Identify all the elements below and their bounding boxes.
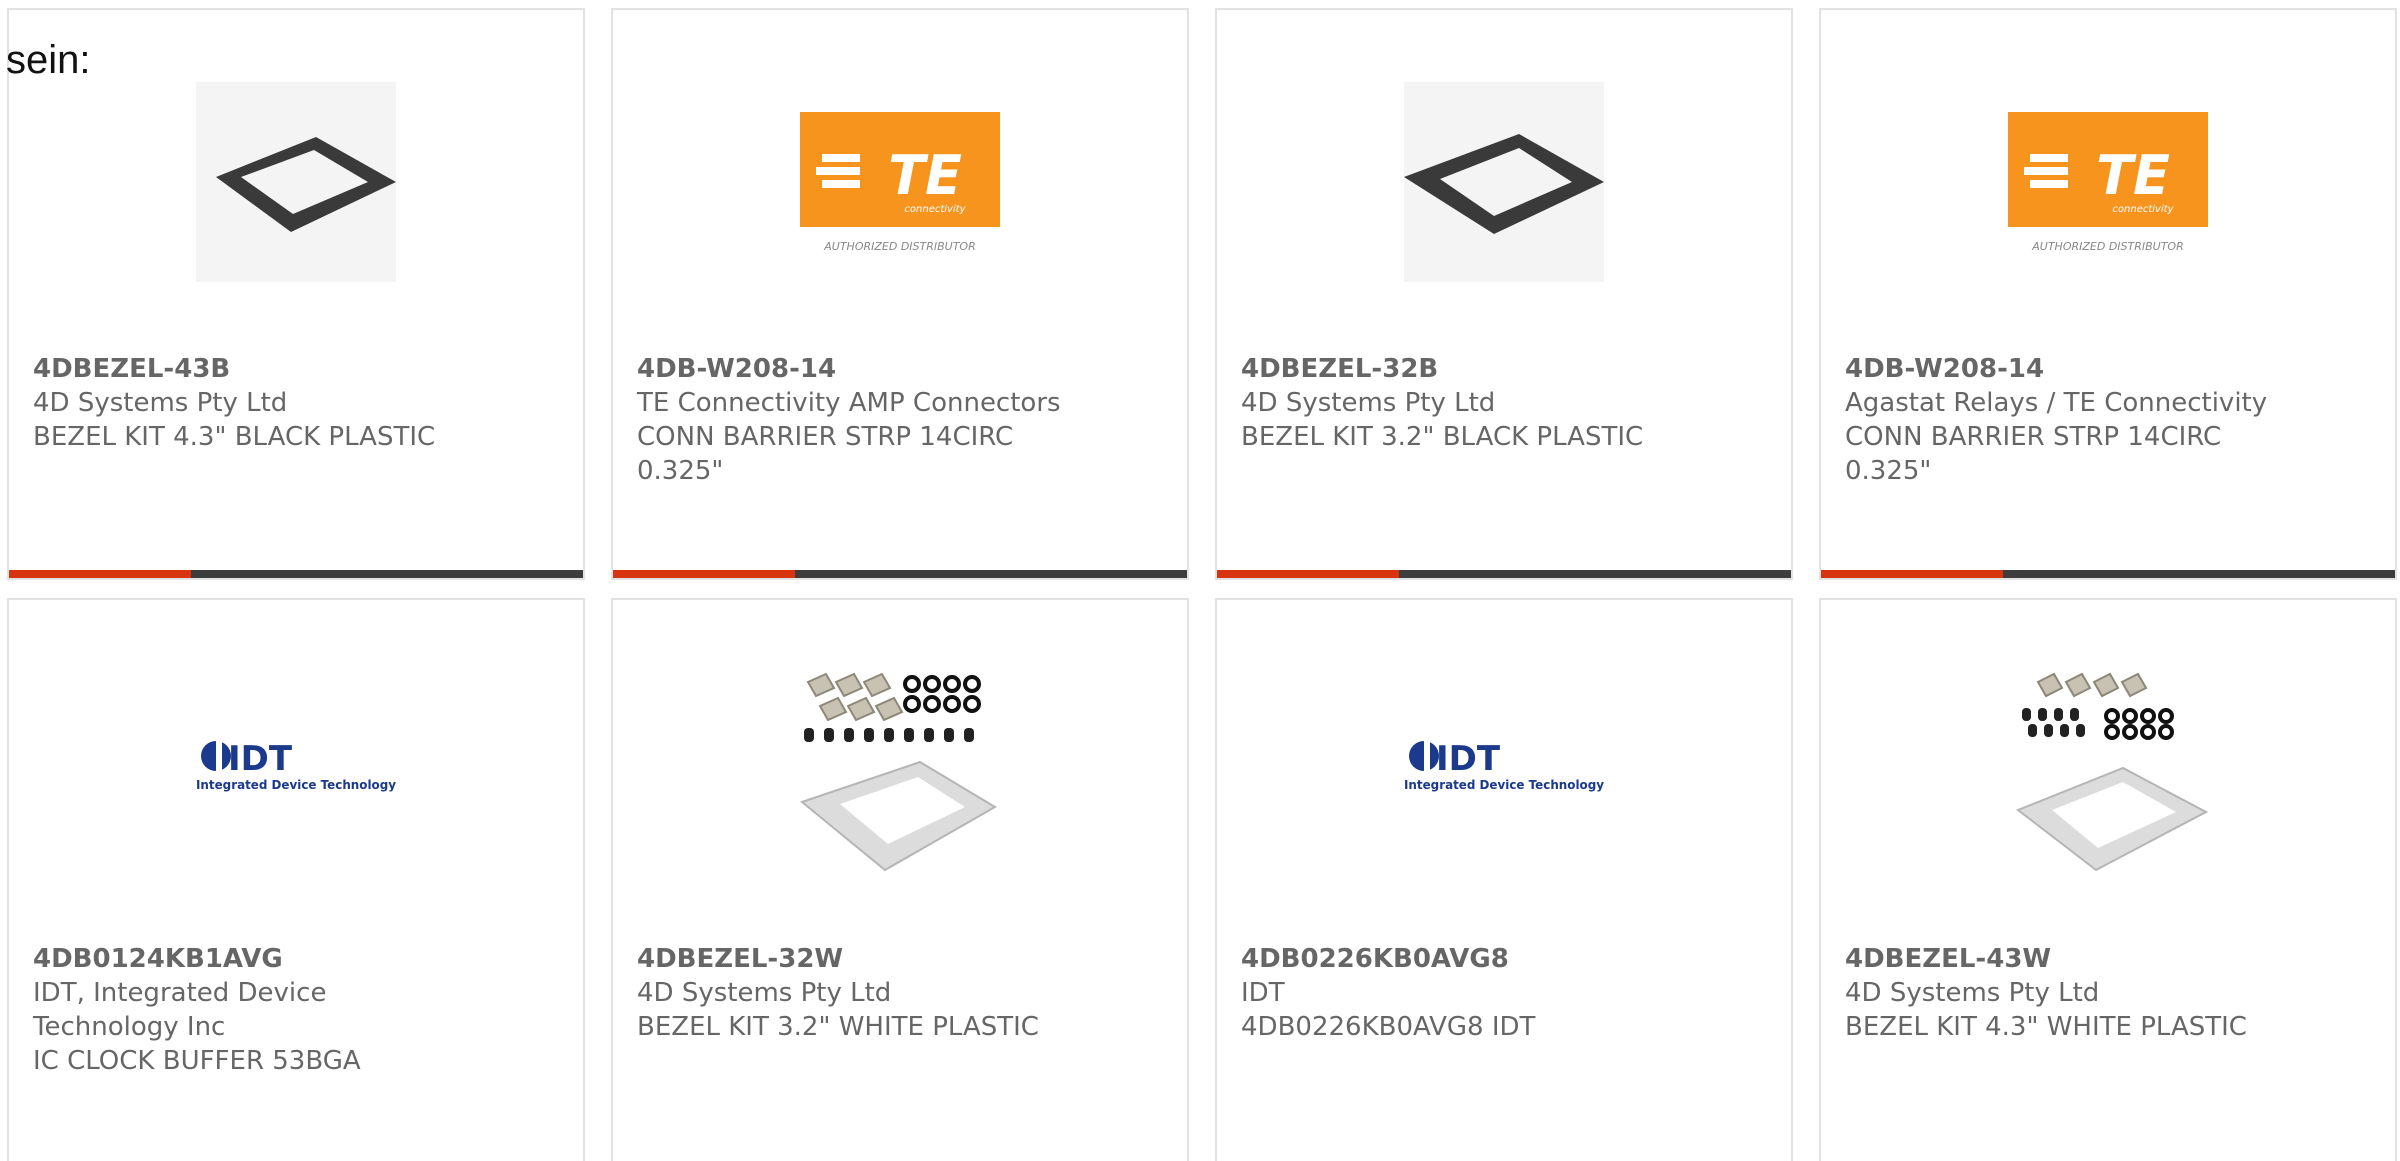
bezel-black-icon <box>196 82 396 282</box>
description: CONN BARRIER STRP 14CIRC <box>1845 422 2222 452</box>
card-accent-bar <box>9 570 583 578</box>
part-number[interactable]: 4DBEZEL-43B <box>33 352 513 386</box>
product-card[interactable]: IDT Integrated Device Technology 4DB0226… <box>1215 598 1793 1161</box>
description-cont: 0.325" <box>637 456 724 486</box>
card-accent-bar <box>1217 570 1791 578</box>
manufacturer-cont: Technology Inc <box>33 1012 226 1042</box>
part-number[interactable]: 4DB-W208-14 <box>637 352 1117 386</box>
manufacturer: 4D Systems Pty Ltd <box>33 388 288 418</box>
product-info: 4DB0124KB1AVG IDT, Integrated Device Tec… <box>33 942 513 1078</box>
te-logo-sub: connectivity <box>2112 204 2174 215</box>
idt-logo-sub: Integrated Device Technology <box>196 777 396 792</box>
te-logo-text: TE <box>2096 144 2170 207</box>
product-card[interactable]: IDT Integrated Device Technology 4DB0124… <box>7 598 585 1161</box>
product-image[interactable]: IDT Integrated Device Technology <box>196 672 396 872</box>
product-card[interactable]: 4DBEZEL-43B 4D Systems Pty Ltd BEZEL KIT… <box>7 8 585 580</box>
manufacturer: 4D Systems Pty Ltd <box>1241 388 1496 418</box>
product-image[interactable]: TE connectivity AUTHORIZED DISTRIBUTOR <box>800 82 1000 282</box>
idt-logo-sub: Integrated Device Technology <box>1404 777 1604 792</box>
te-logo-sub: connectivity <box>904 204 966 215</box>
manufacturer: IDT, Integrated Device <box>33 978 327 1008</box>
part-number[interactable]: 4DBEZEL-32W <box>637 942 1117 976</box>
idt-logo-icon: IDT Integrated Device Technology <box>1404 739 1604 792</box>
product-image[interactable]: IDT Integrated Device Technology <box>1404 672 1604 872</box>
card-accent-bar <box>1821 570 2395 578</box>
te-logo-caption: AUTHORIZED DISTRIBUTOR <box>2031 240 2184 253</box>
te-logo-icon: TE connectivity AUTHORIZED DISTRIBUTOR <box>2008 112 2208 253</box>
bezel-white-kit-icon <box>800 672 997 872</box>
description: BEZEL KIT 3.2" WHITE PLASTIC <box>637 1012 1039 1042</box>
product-image[interactable] <box>2008 672 2208 872</box>
part-number[interactable]: 4DB0226KB0AVG8 <box>1241 942 1721 976</box>
product-image[interactable] <box>1404 82 1604 282</box>
card-accent-bar <box>613 570 1187 578</box>
manufacturer: TE Connectivity AMP Connectors <box>637 388 1061 418</box>
te-logo-icon: TE connectivity AUTHORIZED DISTRIBUTOR <box>800 112 1000 253</box>
description: CONN BARRIER STRP 14CIRC <box>637 422 1014 452</box>
bezel-black-icon <box>1404 82 1604 282</box>
part-number[interactable]: 4DB0124KB1AVG <box>33 942 513 976</box>
product-card[interactable]: TE connectivity AUTHORIZED DISTRIBUTOR 4… <box>611 8 1189 580</box>
part-number[interactable]: 4DBEZEL-43W <box>1845 942 2325 976</box>
manufacturer: 4D Systems Pty Ltd <box>637 978 892 1008</box>
product-info: 4DB-W208-14 Agastat Relays / TE Connecti… <box>1845 352 2325 488</box>
idt-logo-text: IDT <box>228 739 293 779</box>
product-image[interactable] <box>196 82 396 282</box>
manufacturer: IDT <box>1241 978 1285 1008</box>
te-logo-text: TE <box>888 144 962 207</box>
description: BEZEL KIT 3.2" BLACK PLASTIC <box>1241 422 1644 452</box>
product-image[interactable] <box>800 672 1000 872</box>
description: 4DB0226KB0AVG8 IDT <box>1241 1012 1536 1042</box>
product-info: 4DB-W208-14 TE Connectivity AMP Connecto… <box>637 352 1117 488</box>
product-card[interactable]: 4DBEZEL-32B 4D Systems Pty Ltd BEZEL KIT… <box>1215 8 1793 580</box>
product-card[interactable]: 4DBEZEL-32W 4D Systems Pty Ltd BEZEL KIT… <box>611 598 1189 1161</box>
manufacturer: 4D Systems Pty Ltd <box>1845 978 2100 1008</box>
bezel-white-kit-icon <box>2015 672 2208 872</box>
lead-text: sein: <box>6 38 91 82</box>
manufacturer: Agastat Relays / TE Connectivity <box>1845 388 2268 418</box>
product-info: 4DBEZEL-32W 4D Systems Pty Ltd BEZEL KIT… <box>637 942 1117 1044</box>
product-info: 4DBEZEL-43B 4D Systems Pty Ltd BEZEL KIT… <box>33 352 513 454</box>
description: BEZEL KIT 4.3" BLACK PLASTIC <box>33 422 436 452</box>
idt-logo-text: IDT <box>1436 739 1501 779</box>
product-image[interactable]: TE connectivity AUTHORIZED DISTRIBUTOR <box>2008 82 2208 282</box>
product-card[interactable]: 4DBEZEL-43W 4D Systems Pty Ltd BEZEL KIT… <box>1819 598 2397 1161</box>
part-number[interactable]: 4DB-W208-14 <box>1845 352 2325 386</box>
product-card[interactable]: TE connectivity AUTHORIZED DISTRIBUTOR 4… <box>1819 8 2397 580</box>
description-cont: 0.325" <box>1845 456 1932 486</box>
idt-logo-icon: IDT Integrated Device Technology <box>196 739 396 792</box>
te-logo-caption: AUTHORIZED DISTRIBUTOR <box>823 240 976 253</box>
description: BEZEL KIT 4.3" WHITE PLASTIC <box>1845 1012 2247 1042</box>
description: IC CLOCK BUFFER 53BGA <box>33 1046 361 1076</box>
product-info: 4DBEZEL-43W 4D Systems Pty Ltd BEZEL KIT… <box>1845 942 2325 1044</box>
part-number[interactable]: 4DBEZEL-32B <box>1241 352 1721 386</box>
product-info: 4DBEZEL-32B 4D Systems Pty Ltd BEZEL KIT… <box>1241 352 1721 454</box>
product-info: 4DB0226KB0AVG8 IDT 4DB0226KB0AVG8 IDT <box>1241 942 1721 1044</box>
